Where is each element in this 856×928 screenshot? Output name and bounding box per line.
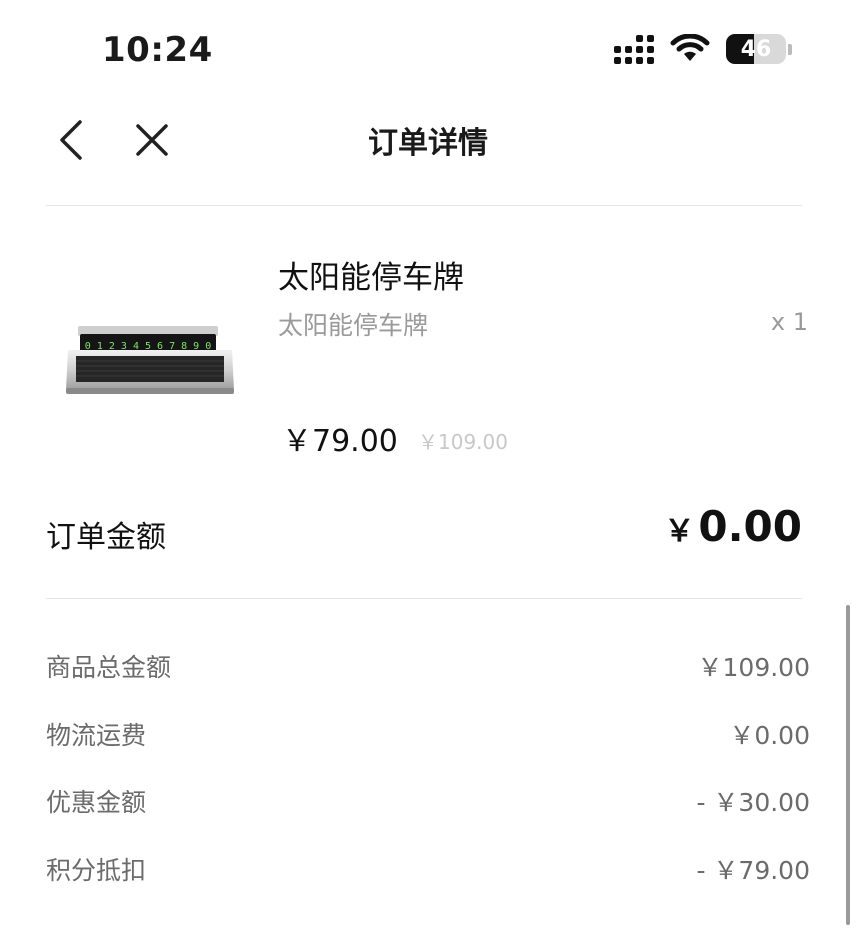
nav-bar: 订单详情 [0, 100, 856, 178]
status-time: 10:24 [102, 30, 213, 70]
status-bar: 10:24 46 [0, 0, 856, 100]
breakdown-row-shipping: 物流运费 ￥0.00 [46, 708, 810, 776]
breakdown-value: - ￥30.00 [696, 788, 810, 817]
product-card[interactable]: 0 1 2 3 4 5 6 7 8 9 0 太阳能停车牌 太阳能停车牌 x 1 … [0, 240, 856, 460]
wifi-icon [670, 34, 710, 61]
battery-icon: 46 [726, 34, 786, 64]
order-total-label: 订单金额 [46, 520, 166, 555]
page-title: 订单详情 [368, 126, 488, 161]
product-price: ￥79.00 [282, 424, 398, 459]
order-total-amount: 0.00 [698, 502, 802, 551]
breakdown-label: 积分抵扣 [46, 855, 147, 885]
breakdown-label: 商品总金额 [46, 653, 172, 682]
cellular-signal-icon [614, 34, 654, 64]
breakdown-row-discount: 优惠金额 - ￥30.00 [46, 775, 810, 843]
status-icons: 46 [614, 34, 792, 64]
breakdown-value: ￥0.00 [729, 720, 810, 750]
product-name: 太阳能停车牌 [278, 260, 464, 296]
divider [46, 205, 802, 206]
product-original-price: ￥109.00 [418, 430, 508, 454]
battery-level: 46 [740, 36, 772, 62]
order-total-value: ￥0.00 [664, 502, 802, 551]
breakdown-value: - ￥79.00 [696, 855, 810, 885]
divider [46, 598, 802, 599]
scrollbar[interactable] [846, 605, 850, 925]
breakdown-label: 物流运费 [46, 720, 147, 750]
breakdown-label: 优惠金额 [46, 788, 147, 817]
product-subtitle: 太阳能停车牌 [278, 311, 429, 340]
breakdown-value: ￥109.00 [697, 653, 810, 682]
price-breakdown: 商品总金额 ￥109.00 物流运费 ￥0.00 优惠金额 - ￥30.00 积… [46, 640, 810, 910]
product-quantity: x 1 [770, 308, 808, 336]
breakdown-row-goods-total: 商品总金额 ￥109.00 [46, 640, 810, 708]
order-total-row: 订单金额 ￥0.00 [46, 500, 802, 560]
currency-symbol: ￥ [664, 514, 695, 549]
product-image: 0 1 2 3 4 5 6 7 8 9 0 [66, 326, 234, 394]
breakdown-row-points: 积分抵扣 - ￥79.00 [46, 843, 810, 911]
